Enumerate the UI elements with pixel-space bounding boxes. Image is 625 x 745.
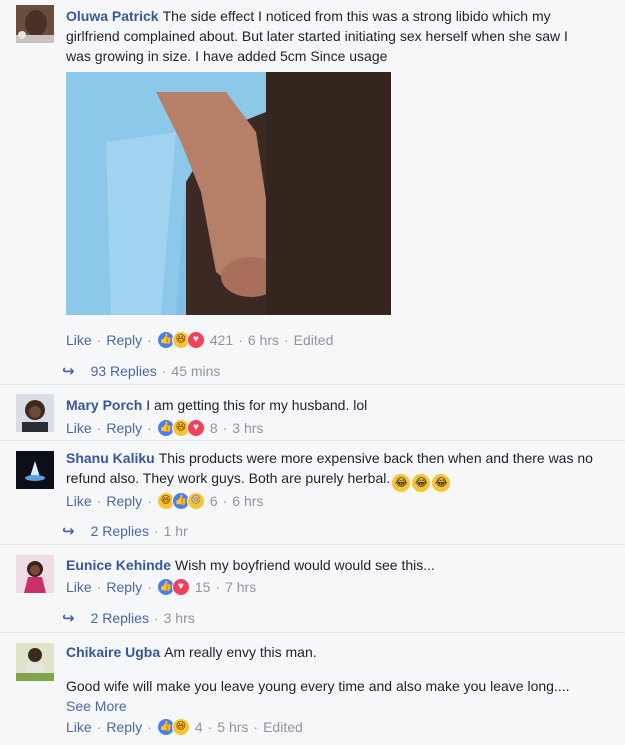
reaction-count[interactable]: 4 [195,719,203,735]
timestamp[interactable]: 3 hrs [232,420,263,436]
replies-count[interactable]: 93 Replies [91,363,157,379]
love-reaction-icon: ♥ [186,419,205,437]
timestamp[interactable]: 5 hrs [217,719,248,735]
reactions[interactable]: 👍 ♥ [156,578,190,596]
comment-text: Eunice Kehinde Wish my boyfriend would wo… [66,555,595,575]
reaction-count[interactable]: 15 [195,579,211,595]
author-name[interactable]: Mary Porch [66,397,142,413]
reactions[interactable]: 👍 😆 ♥ [156,331,205,349]
like-button[interactable]: Like [66,332,92,348]
view-replies[interactable]: ↪ 2 Replies · 3 hrs [62,609,195,627]
reaction-count[interactable]: 421 [210,332,233,348]
tears-of-joy-emoji: 😂 [432,474,451,492]
comment-text-continued: Good wife will make you leave young ever… [66,676,595,716]
comment-eunice-kehinde: Eunice Kehinde Wish my boyfriend would wo… [0,550,625,630]
edited-label[interactable]: Edited [263,719,303,735]
comment-body: I am getting this for my husband. lol [146,397,368,413]
like-button[interactable]: Like [66,719,92,735]
comment-actions: Like · Reply · 👍 😆 4 · 5 hrs · Edited [66,718,303,736]
reply-button[interactable]: Reply [106,420,142,436]
author-name[interactable]: Shanu Kaliku [66,450,155,466]
reply-button[interactable]: Reply [106,332,142,348]
avatar[interactable] [16,643,54,681]
avatar[interactable] [16,451,54,489]
reaction-count[interactable]: 6 [210,493,218,509]
avatar[interactable] [16,5,54,43]
reply-button[interactable]: Reply [106,579,142,595]
comment-body: Am really envy this man. [164,644,317,660]
replies-time: 1 hr [163,523,188,539]
comment-actions: Like · Reply · 👍 😆 ♥ 421 · 6 hrs · Edite… [66,331,334,349]
comment-body: Wish my boyfriend would would see this..… [175,557,435,573]
reply-arrow-icon: ↪ [62,363,75,380]
comment-shanu-kaliku: Shanu Kaliku This products were more expe… [0,446,625,542]
divider [0,544,625,545]
comment-actions: Like · Reply · 😆 👍 😢 6 · 6 hrs [66,492,264,510]
comment-oluwa-patrick: Oluwa Patrick The side effect I noticed f… [0,0,625,390]
like-button[interactable]: Like [66,420,92,436]
reactions[interactable]: 👍 😆 [156,718,190,736]
replies-time: 45 mins [171,363,221,379]
avatar[interactable] [16,394,54,432]
comment-photo[interactable] [66,72,391,315]
author-name[interactable]: Chikaire Ugba [66,644,160,660]
view-replies[interactable]: ↪ 93 Replies · 45 mins [62,362,220,380]
tears-of-joy-emoji: 😂 [412,474,431,492]
comment-actions: Like · Reply · 👍 😆 ♥ 8 · 3 hrs [66,419,264,437]
reply-arrow-icon: ↪ [62,610,75,627]
comment-chikaire-ugba: Chikaire Ugba Am really envy this man. Go… [0,638,625,745]
see-more-link[interactable]: See More [66,698,127,714]
comment-body-2: Good wife will make you leave young ever… [66,678,570,694]
sad-reaction-icon: 😢 [186,492,205,510]
like-button[interactable]: Like [66,579,92,595]
replies-count[interactable]: 2 Replies [91,610,149,626]
reaction-count[interactable]: 8 [210,420,218,436]
love-reaction-icon: ♥ [186,331,205,349]
haha-reaction-icon: 😆 [171,718,190,736]
reactions[interactable]: 😆 👍 😢 [156,492,205,510]
timestamp[interactable]: 7 hrs [225,579,256,595]
divider [0,632,625,633]
view-replies[interactable]: ↪ 2 Replies · 1 hr [62,522,188,540]
tears-of-joy-emoji: 😂 [392,474,411,492]
comment-mary-porch: Mary Porch I am getting this for my husba… [0,390,625,440]
reactions[interactable]: 👍 😆 ♥ [156,419,205,437]
divider [0,384,625,385]
reply-arrow-icon: ↪ [62,523,75,540]
like-button[interactable]: Like [66,493,92,509]
author-name[interactable]: Eunice Kehinde [66,557,171,573]
comment-text: Shanu Kaliku This products were more expe… [66,448,595,492]
comment-text: Mary Porch I am getting this for my husba… [66,395,595,415]
love-reaction-icon: ♥ [171,578,190,596]
comment-text: Chikaire Ugba Am really envy this man. [66,642,595,662]
timestamp[interactable]: 6 hrs [248,332,279,348]
divider [0,440,625,441]
edited-label[interactable]: Edited [294,332,334,348]
replies-time: 3 hrs [163,610,195,626]
reply-button[interactable]: Reply [106,719,142,735]
replies-count[interactable]: 2 Replies [91,523,149,539]
reply-button[interactable]: Reply [106,493,142,509]
author-name[interactable]: Oluwa Patrick [66,8,159,24]
avatar[interactable] [16,555,54,593]
comment-actions: Like · Reply · 👍 ♥ 15 · 7 hrs [66,578,257,596]
comment-text: Oluwa Patrick The side effect I noticed f… [66,6,595,66]
timestamp[interactable]: 6 hrs [232,493,263,509]
